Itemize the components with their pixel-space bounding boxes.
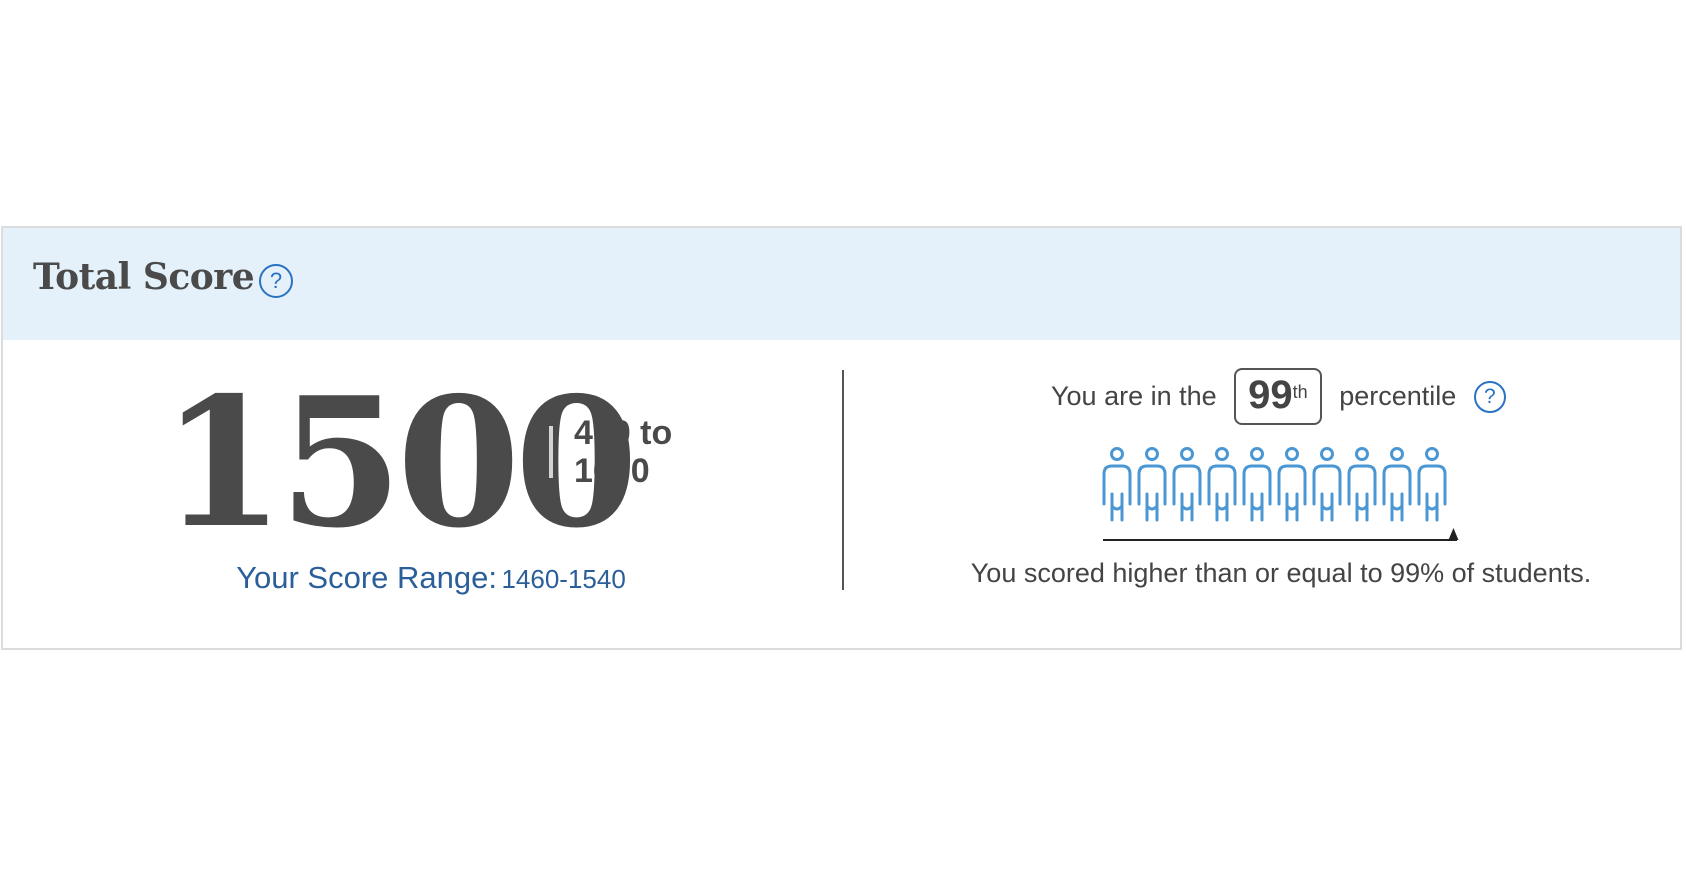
percentile-suffix: th (1292, 382, 1308, 402)
person-icon (1382, 447, 1412, 522)
percentile-line: You are in the 99th percentile ? (1051, 368, 1506, 425)
score-scale-max: 1600 (574, 452, 650, 490)
score-separator (549, 426, 553, 478)
person-icon (1207, 447, 1237, 522)
help-icon[interactable]: ? (259, 264, 293, 298)
score-scale: 400 to 1600 (574, 414, 724, 490)
percentile-word: percentile (1339, 381, 1457, 411)
percentile-badge: 99th (1234, 368, 1322, 425)
section-divider (842, 370, 844, 590)
percentile-graphic (1102, 447, 1459, 541)
score-scale-min: 400 to (574, 414, 673, 452)
person-icon (1102, 447, 1132, 522)
card-title: Total Score (33, 256, 255, 298)
person-icon (1277, 447, 1307, 522)
people-icons (1102, 447, 1447, 522)
percentile-prefix: You are in the (1051, 381, 1217, 411)
person-icon (1242, 447, 1272, 522)
score-range: Your Score Range: 1460-1540 (101, 560, 761, 596)
person-icon (1137, 447, 1167, 522)
percentile-caption: You scored higher than or equal to 99% o… (970, 558, 1592, 588)
card-body: 1500 400 to 1600 Your Score Range: 1460-… (1, 338, 1682, 648)
person-icon (1172, 447, 1202, 522)
percentile-value: 99 (1248, 373, 1293, 417)
total-score-value: 1500 (161, 358, 638, 567)
percentile-help-icon[interactable]: ? (1473, 380, 1506, 413)
person-icon (1417, 447, 1447, 522)
card-header: Total Score (3, 228, 1680, 340)
person-icon (1312, 447, 1342, 522)
score-range-value: 1460-1540 (501, 564, 626, 594)
score-range-label: Your Score Range: (236, 560, 497, 595)
person-icon (1347, 447, 1377, 522)
percentile-marker (1448, 528, 1459, 540)
